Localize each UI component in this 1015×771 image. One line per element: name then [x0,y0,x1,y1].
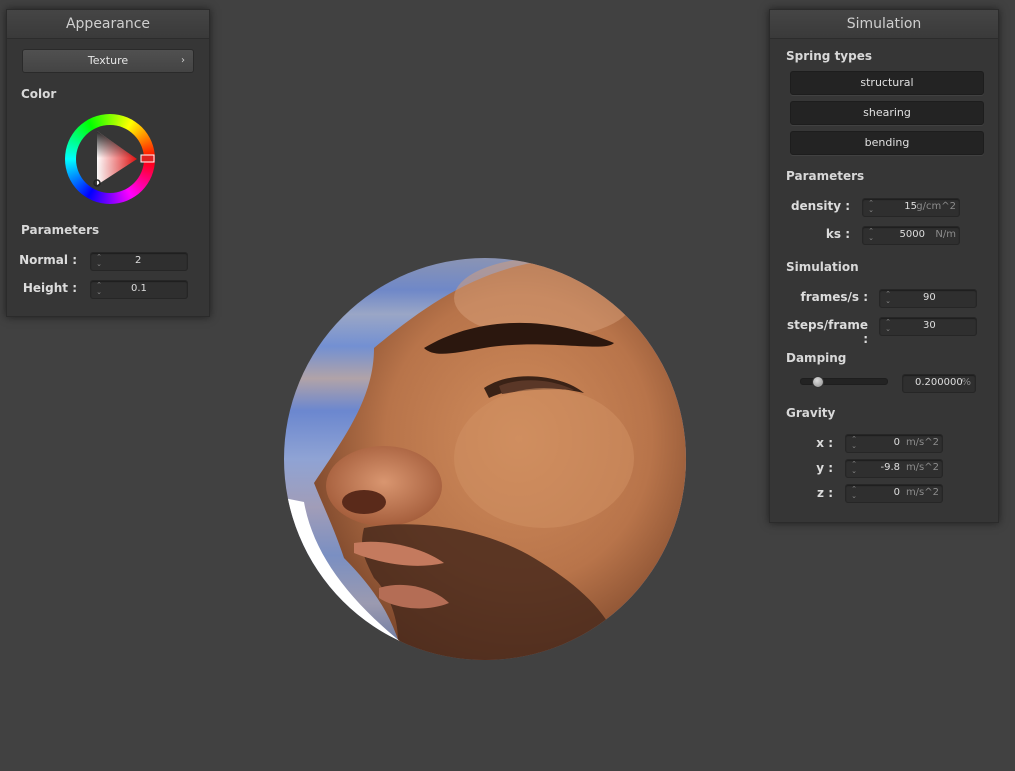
normal-label: Normal : [19,253,77,267]
steps-field[interactable]: ⌃ ⌄ 30 [879,317,977,336]
gravity-z-field[interactable]: ⌃ ⌄ 0 m/s^2 [845,484,943,503]
density-unit: g/cm^2 [916,201,956,212]
app-canvas: { "appearance": { "title": "Appearance",… [0,0,1015,771]
gravity-label: Gravity [786,406,836,420]
damping-slider-handle[interactable] [812,376,825,388]
damping-unit: % [961,377,971,388]
simulation-title: Simulation [770,10,998,39]
hue-marker [140,154,155,163]
texture-button-label: Texture [87,54,129,67]
height-value: 0.1 [131,283,147,294]
simulation-section-label: Simulation [786,260,859,274]
texture-button[interactable]: Texture › [22,49,194,73]
spinner-arrows-icon[interactable]: ⌃ ⌄ [95,254,103,268]
gravity-y-unit: m/s^2 [905,462,939,473]
spinner-arrows-icon[interactable]: ⌃ ⌄ [850,461,858,475]
spinner-arrows-icon[interactable]: ⌃ ⌄ [850,436,858,450]
ks-unit: N/m [935,229,956,240]
density-value: 15 [904,201,917,212]
color-triangle[interactable] [65,114,155,204]
gravity-x-field[interactable]: ⌃ ⌄ 0 m/s^2 [845,434,943,453]
simulation-panel: Simulation Spring types structural shear… [769,9,999,523]
damping-label: Damping [786,351,847,365]
gravity-z-unit: m/s^2 [905,487,939,498]
color-label: Color [21,87,57,101]
steps-label: steps/frame : [786,318,868,346]
spinner-arrows-icon[interactable]: ⌃ ⌄ [867,228,875,242]
height-field[interactable]: ⌃ ⌄ 0.1 [90,280,188,299]
fps-field[interactable]: ⌃ ⌄ 90 [879,289,977,308]
cloth-sphere-viewport[interactable] [284,258,686,660]
appearance-panel: Appearance Texture › Color Parameters No… [6,9,210,317]
structural-button[interactable]: structural [790,71,984,95]
spinner-arrows-icon[interactable]: ⌃ ⌄ [850,486,858,500]
fps-label: frames/s : [800,290,868,304]
normal-value: 2 [135,255,142,266]
shearing-button[interactable]: shearing [790,101,984,125]
chevron-right-icon: › [181,55,185,66]
damping-field[interactable]: 0.200000 % [902,374,976,393]
gravity-x-unit: m/s^2 [905,437,939,448]
appearance-parameters-label: Parameters [21,223,100,237]
cloth-sphere-render [284,258,686,660]
ks-label: ks : [825,227,850,241]
gravity-y-field[interactable]: ⌃ ⌄ -9.8 m/s^2 [845,459,943,478]
bending-button[interactable]: bending [790,131,984,155]
gravity-x-value: 0 [893,437,900,448]
ks-field[interactable]: ⌃ ⌄ 5000 N/m [862,226,960,245]
spinner-arrows-icon[interactable]: ⌃ ⌄ [884,319,892,333]
gravity-z-label: z : [817,486,833,500]
appearance-title: Appearance [7,10,209,39]
ks-value: 5000 [899,229,925,240]
steps-value: 30 [923,320,936,331]
spinner-arrows-icon[interactable]: ⌃ ⌄ [867,200,875,214]
spinner-arrows-icon[interactable]: ⌃ ⌄ [884,291,892,305]
spinner-arrows-icon[interactable]: ⌃ ⌄ [95,282,103,296]
spring-types-label: Spring types [786,49,873,63]
damping-value: 0.200000 [915,377,963,388]
gravity-x-label: x : [816,436,833,450]
simulation-parameters-label: Parameters [786,169,865,183]
density-field[interactable]: ⌃ ⌄ 15 g/cm^2 [862,198,960,217]
color-wheel[interactable] [65,114,155,204]
gravity-y-label: y : [816,461,833,475]
gravity-y-value: -9.8 [880,462,900,473]
fps-value: 90 [923,292,936,303]
density-label: density : [790,199,850,213]
gravity-z-value: 0 [893,487,900,498]
height-label: Height : [22,281,77,295]
normal-field[interactable]: ⌃ ⌄ 2 [90,252,188,271]
